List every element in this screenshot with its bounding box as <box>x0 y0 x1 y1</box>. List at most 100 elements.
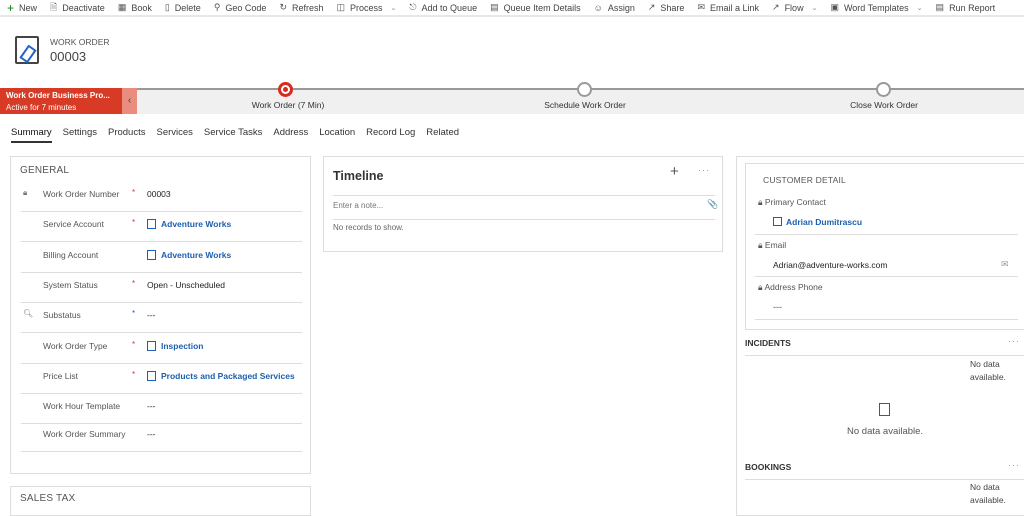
toolbar-delete-button[interactable]: ▯ Delete <box>165 2 201 13</box>
tab-settings[interactable]: Settings <box>63 127 97 143</box>
toolbar-geo-code-button[interactable]: ⚲ Geo Code <box>214 2 267 13</box>
value-text: 00003 <box>147 189 171 199</box>
email-label: 🔒︎ Email <box>758 240 786 251</box>
more-icon[interactable]: ··· <box>698 165 710 175</box>
tab-record-log[interactable]: Record Log <box>366 127 415 143</box>
contact-icon <box>773 217 782 226</box>
toolbar-run-report-button[interactable]: ▤ Run Report <box>936 2 996 13</box>
value-text[interactable]: Adventure Works <box>161 219 231 229</box>
incidents-title: INCIDENTS <box>745 338 791 348</box>
value-text[interactable]: Adventure Works <box>161 250 231 260</box>
toolbar-label: Word Templates <box>843 2 909 13</box>
toolbar-share-button[interactable]: ↗ Share <box>648 2 685 13</box>
lock-icon: 🔒︎ <box>758 282 763 292</box>
lock-icon: 🔒︎ <box>758 197 763 207</box>
field-value[interactable]: Adventure Works <box>147 219 231 229</box>
bpf-process-flag[interactable]: Work Order Business Pro... Active for 7 … <box>0 88 122 114</box>
note-input[interactable]: Enter a note... <box>333 201 715 215</box>
plus-icon: + <box>7 0 15 15</box>
paperclip-icon[interactable]: 📎 <box>707 199 718 210</box>
details-icon: ▤ <box>490 2 499 12</box>
toolbar-add-to-queue-button[interactable]: ⎋ Add to Queue <box>409 2 477 13</box>
required-indicator: * <box>132 370 136 379</box>
chevron-down-icon[interactable]: ⌄ <box>812 4 818 12</box>
value-text: --- <box>147 310 156 320</box>
field-value[interactable]: --- <box>147 310 156 320</box>
tab-services[interactable]: Services <box>156 127 192 143</box>
label: Primary Contact <box>764 197 826 207</box>
toolbar-queue-item-details-button[interactable]: ▤ Queue Item Details <box>490 2 581 13</box>
field-label: System Status <box>43 280 98 290</box>
toolbar-book-button[interactable]: ▦ Book <box>118 2 152 13</box>
field-value[interactable]: Open - Unscheduled <box>147 280 225 290</box>
lookup-record-icon <box>147 371 156 381</box>
stage-label[interactable]: Schedule Work Order <box>544 100 626 110</box>
field-value[interactable]: --- <box>147 401 156 411</box>
contact-name[interactable]: Adrian Dumitrascu <box>786 217 862 227</box>
field-value[interactable]: Products and Packaged Services <box>147 371 295 381</box>
queue-icon: ⎋ <box>409 2 417 12</box>
lookup-record-icon <box>147 250 156 260</box>
toolbar-assign-button[interactable]: ☺ Assign <box>594 3 635 13</box>
sales-tax-section: SALES TAX <box>10 486 311 516</box>
field-row: Work Order Type * Inspection <box>21 334 302 364</box>
primary-contact-link[interactable]: Adrian Dumitrascu <box>773 217 862 227</box>
value-text[interactable]: Products and Packaged Services <box>161 371 295 381</box>
stage-dot-close[interactable] <box>876 82 891 97</box>
chevron-down-icon[interactable]: ⌄ <box>391 4 397 12</box>
timeline-title: Timeline <box>333 169 384 183</box>
toolbar-process-button[interactable]: ◫ Process ⌄ <box>337 2 397 13</box>
toolbar-flow-button[interactable]: ↗ Flow ⌄ <box>772 2 817 13</box>
toolbar-label: Geo Code <box>225 2 267 13</box>
timeline-empty: No records to show. <box>333 223 404 232</box>
document-icon <box>879 403 890 416</box>
field-label: Billing Account <box>43 250 99 260</box>
toolbar-word-templates-button[interactable]: ▣ Word Templates ⌄ <box>830 2 922 13</box>
field-label: Work Order Summary <box>43 429 126 439</box>
toolbar-label: Book <box>131 2 152 13</box>
divider <box>333 219 715 220</box>
field-value[interactable]: --- <box>147 429 156 439</box>
toolbar-email-a-link-button[interactable]: ✉ Email a Link <box>697 2 759 13</box>
stage-dot-work-order[interactable] <box>278 82 293 97</box>
field-value[interactable]: Inspection <box>147 341 204 351</box>
field-value[interactable]: Adventure Works <box>147 250 231 260</box>
toolbar-refresh-button[interactable]: ↻ Refresh <box>279 2 323 13</box>
tab-service-tasks[interactable]: Service Tasks <box>204 127 262 143</box>
toolbar-new-button[interactable]: + New <box>7 1 37 15</box>
field-label: Substatus <box>43 310 81 320</box>
work-order-icon <box>15 36 39 64</box>
stage-label[interactable]: Close Work Order <box>850 100 918 110</box>
tab-products[interactable]: Products <box>108 127 146 143</box>
field-row: Service Account * Adventure Works <box>21 212 302 242</box>
divider <box>755 319 1018 320</box>
bookings-no-data: No data available. <box>970 482 1006 505</box>
tab-related[interactable]: Related <box>426 127 459 143</box>
flow-icon: ↗ <box>772 2 780 12</box>
field-row: Billing Account Adventure Works <box>21 243 302 273</box>
tab-address[interactable]: Address <box>273 127 308 143</box>
send-email-icon[interactable]: ✉ <box>1001 259 1009 270</box>
stage-dot-schedule[interactable] <box>577 82 592 97</box>
toolbar-deactivate-button[interactable]: 🗎 Deactivate <box>50 0 105 16</box>
divider <box>755 234 1018 235</box>
entity-name: WORK ORDER <box>50 37 110 47</box>
value-text[interactable]: Inspection <box>161 341 204 351</box>
tab-location[interactable]: Location <box>319 127 355 143</box>
stage-label[interactable]: Work Order (7 Min) <box>252 100 325 110</box>
form-tabs: Summary Settings Products Services Service T… <box>0 127 459 143</box>
record-title: 00003 <box>50 49 87 64</box>
value-text: --- <box>147 429 156 439</box>
email-value[interactable]: Adrian@adventure-works.com <box>773 260 887 270</box>
bookings-title: BOOKINGS <box>745 462 792 472</box>
field-value[interactable]: 00003 <box>147 189 171 199</box>
tab-summary[interactable]: Summary <box>11 127 52 143</box>
more-icon[interactable]: ··· <box>1008 336 1020 346</box>
bpf-collapse-button[interactable]: ‹ <box>122 88 137 114</box>
calendar-icon: ▦ <box>117 2 127 12</box>
add-icon[interactable]: + <box>670 163 679 180</box>
toolbar-label: Queue Item Details <box>503 2 581 13</box>
more-icon[interactable]: ··· <box>1008 460 1020 470</box>
person-icon: ☺ <box>593 2 603 13</box>
chevron-down-icon[interactable]: ⌄ <box>917 4 923 12</box>
